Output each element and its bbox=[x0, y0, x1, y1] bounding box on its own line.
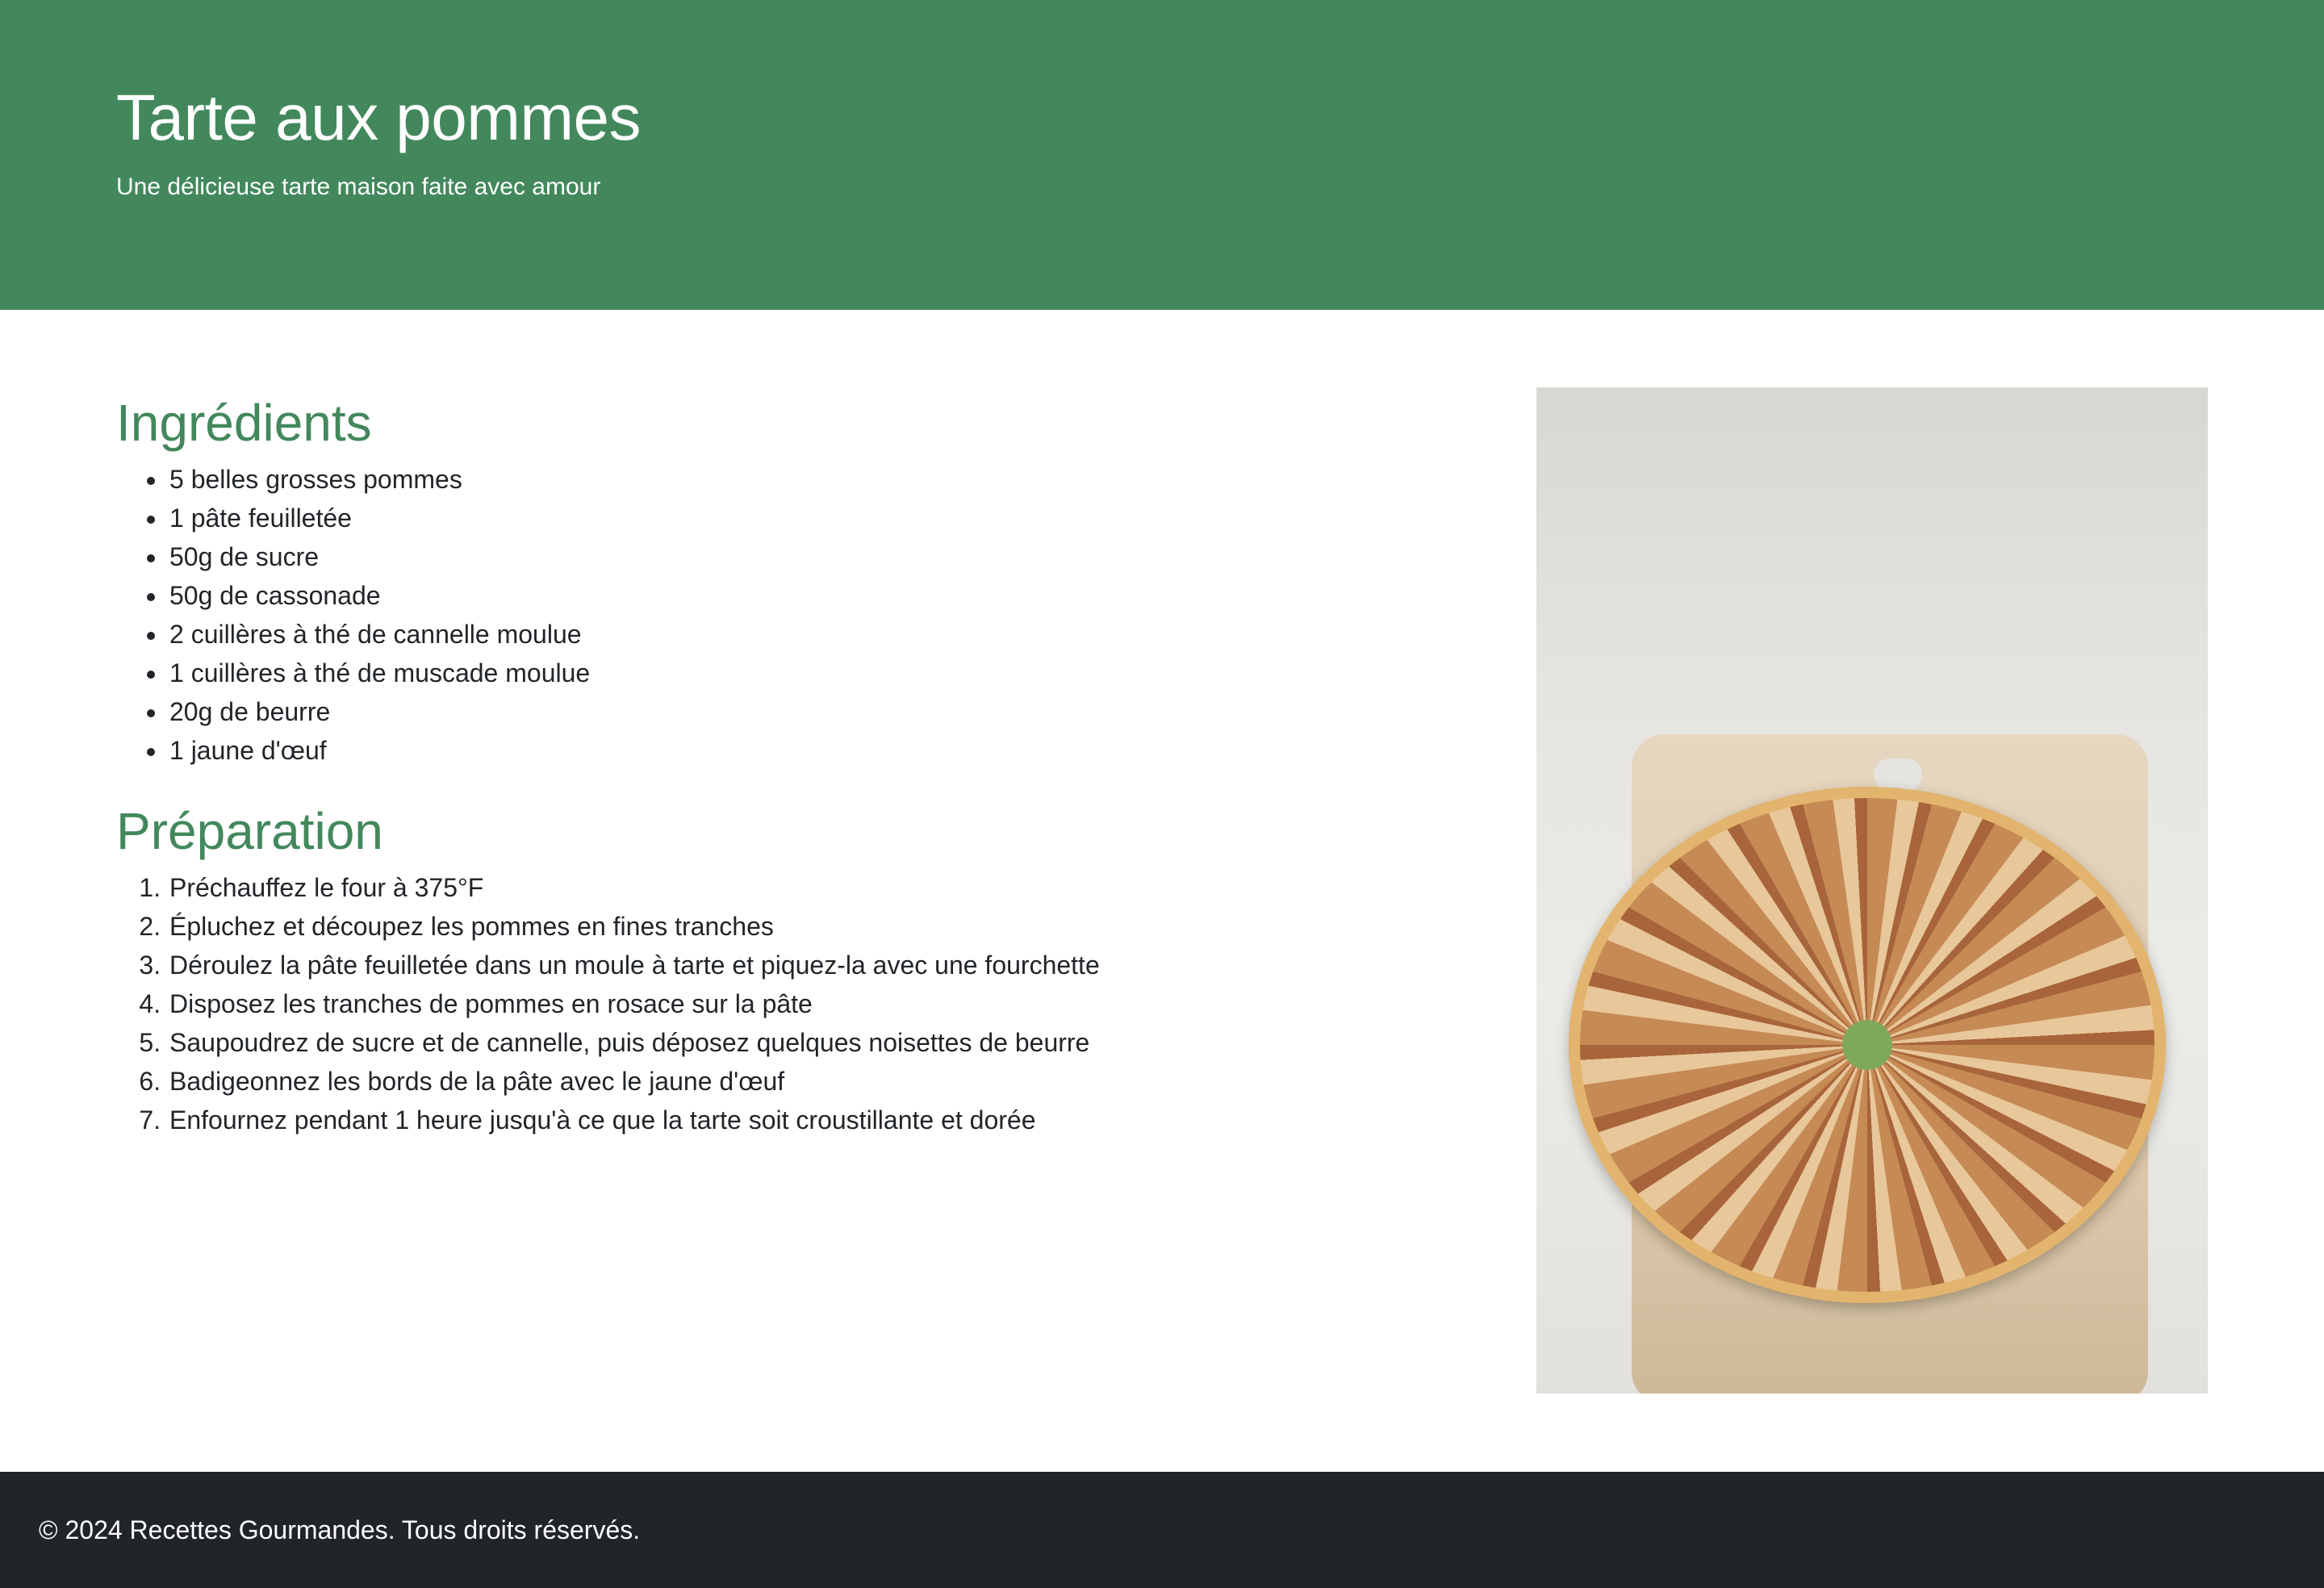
ingredient-item: 50g de sucre bbox=[168, 537, 1488, 576]
preparation-heading: Préparation bbox=[116, 802, 383, 860]
ingredient-item: 1 cuillères à thé de muscade moulue bbox=[168, 654, 1488, 692]
ingredient-item: 20g de beurre bbox=[168, 692, 1488, 731]
recipe-content: Ingrédients 5 belles grosses pommes 1 pâ… bbox=[116, 387, 1488, 1139]
preparation-step: Disposez les tranches de pommes en rosac… bbox=[168, 984, 1488, 1023]
preparation-step: Saupoudrez de sucre et de cannelle, puis… bbox=[168, 1023, 1488, 1062]
preparation-step: Badigeonnez les bords de la pâte avec le… bbox=[168, 1062, 1488, 1101]
preparation-step: Déroulez la pâte feuilletée dans un moul… bbox=[168, 946, 1488, 984]
preparation-step: Enfournez pendant 1 heure jusqu'à ce que… bbox=[168, 1101, 1488, 1139]
preparation-steps-list: Préchauffez le four à 375°F Épluchez et … bbox=[116, 868, 1488, 1139]
apple-tart-photo bbox=[1536, 387, 2208, 1394]
page-footer: © 2024 Recettes Gourmandes. Tous droits … bbox=[0, 1472, 2324, 1588]
copyright-text: © 2024 Recettes Gourmandes. Tous droits … bbox=[39, 1515, 641, 1544]
ingredient-item: 1 jaune d'œuf bbox=[168, 731, 1488, 770]
preparation-step: Épluchez et découpez les pommes en fines… bbox=[168, 907, 1488, 946]
ingredient-item: 5 belles grosses pommes bbox=[168, 460, 1488, 499]
apple-tart bbox=[1569, 787, 2166, 1303]
preparation-step: Préchauffez le four à 375°F bbox=[168, 868, 1488, 907]
page-header: Tarte aux pommes Une délicieuse tarte ma… bbox=[0, 0, 2324, 310]
board-hole bbox=[1874, 758, 1922, 791]
ingredient-item: 1 pâte feuilletée bbox=[168, 499, 1488, 537]
ingredient-item: 2 cuillères à thé de cannelle moulue bbox=[168, 615, 1488, 654]
ingredient-item: 50g de cassonade bbox=[168, 576, 1488, 615]
page-title: Tarte aux pommes bbox=[116, 81, 642, 153]
ingredients-list: 5 belles grosses pommes 1 pâte feuilleté… bbox=[116, 460, 1488, 770]
page-subtitle: Une délicieuse tarte maison faite avec a… bbox=[116, 173, 601, 200]
ingredients-heading: Ingrédients bbox=[116, 394, 372, 452]
